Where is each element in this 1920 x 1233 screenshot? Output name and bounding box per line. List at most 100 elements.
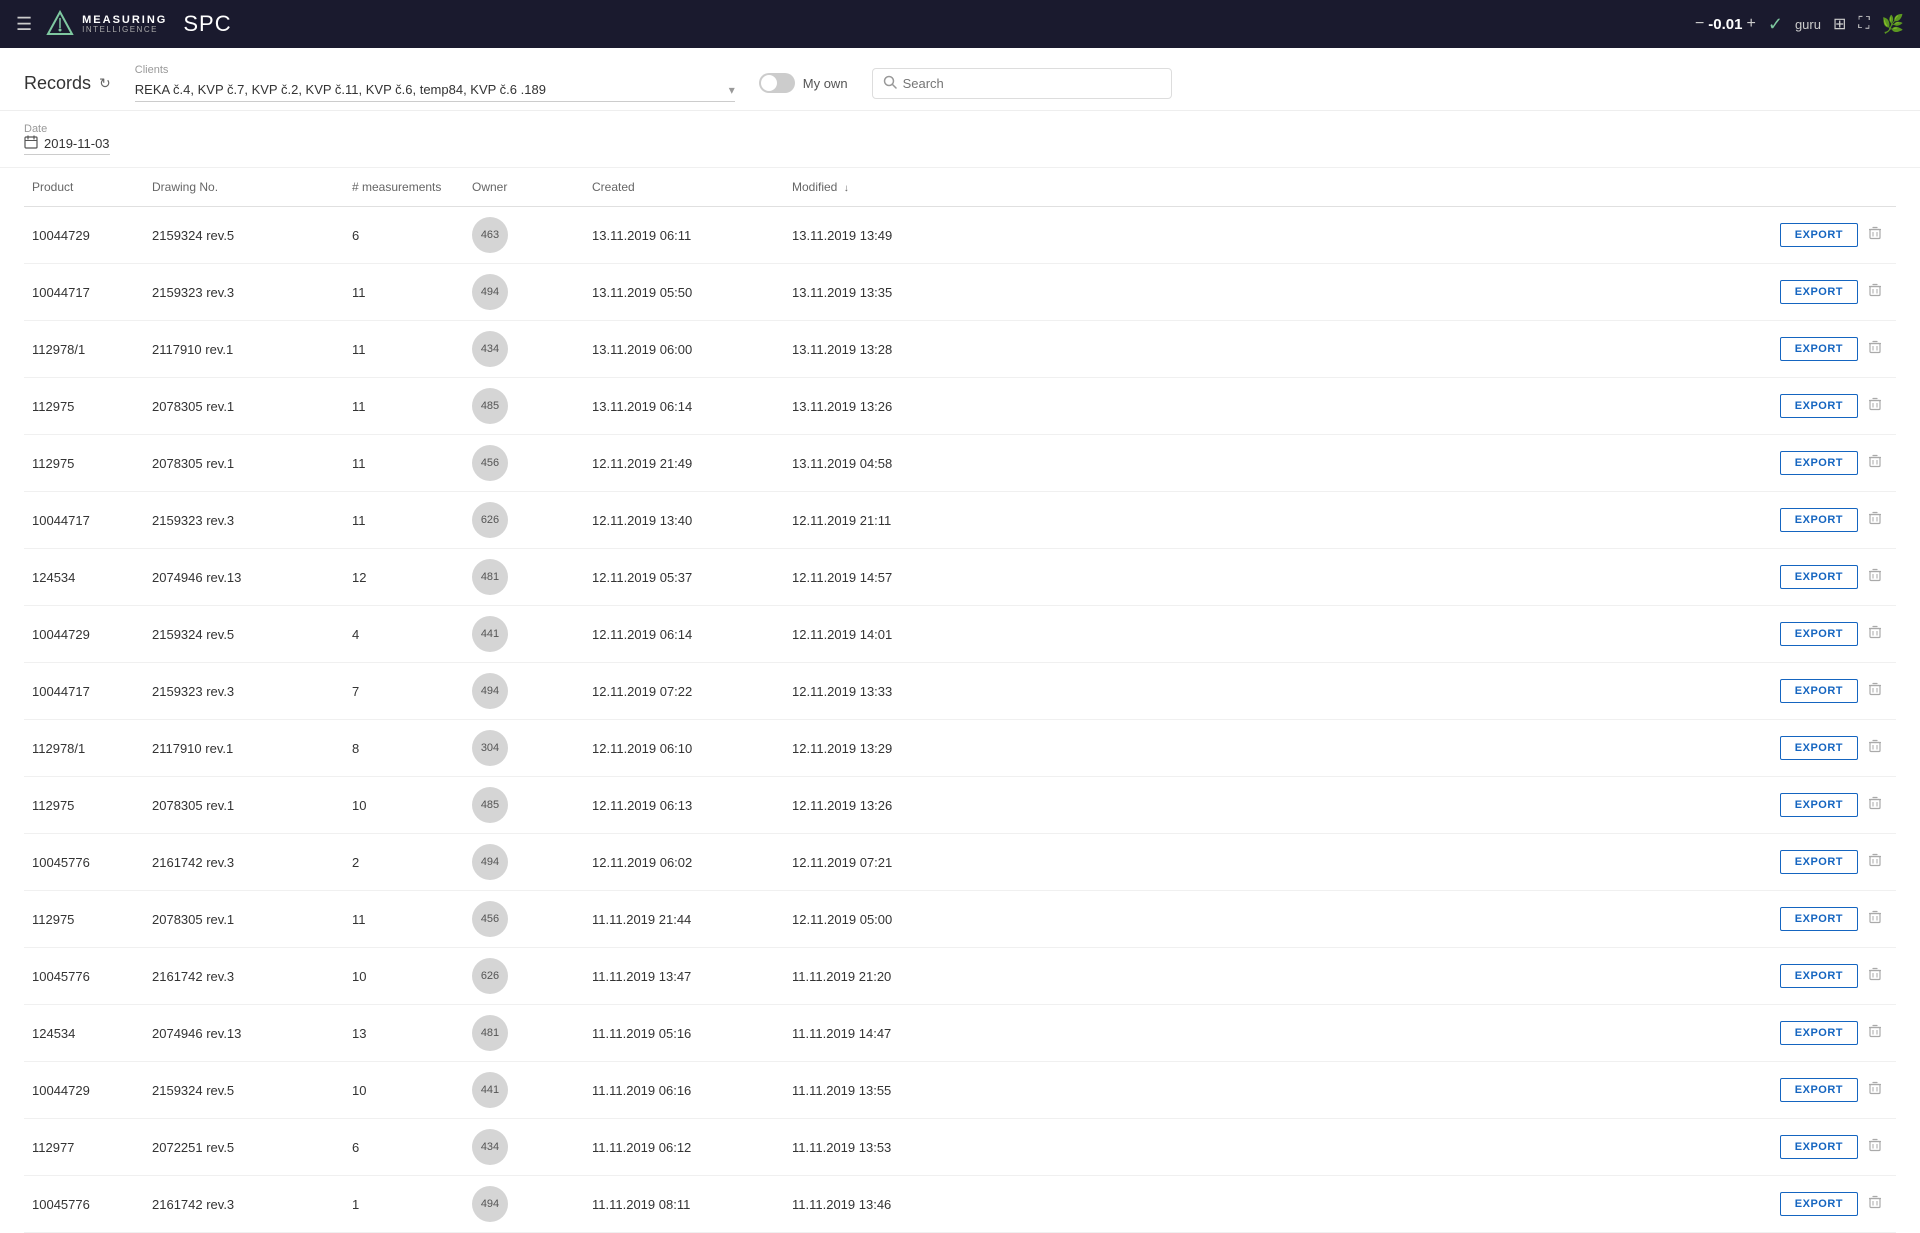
- login-icon[interactable]: ⊞: [1833, 14, 1846, 34]
- cell-product: 10044729: [24, 1062, 144, 1119]
- export-button[interactable]: EXPORT: [1780, 679, 1858, 703]
- delete-button[interactable]: [1862, 450, 1888, 477]
- col-header-modified[interactable]: Modified ↓: [784, 168, 984, 207]
- cell-actions: EXPORT: [984, 663, 1896, 720]
- check-icon[interactable]: ✓: [1768, 14, 1783, 35]
- delete-button[interactable]: [1862, 849, 1888, 876]
- export-button[interactable]: EXPORT: [1780, 1021, 1858, 1045]
- filter-bar: Records ↻ Clients REKA č.4, KVP č.7, KVP…: [0, 48, 1920, 111]
- date-input[interactable]: 2019-11-03: [24, 135, 110, 155]
- delete-button[interactable]: [1862, 222, 1888, 249]
- export-button[interactable]: EXPORT: [1780, 622, 1858, 646]
- export-button[interactable]: EXPORT: [1780, 280, 1858, 304]
- export-button[interactable]: EXPORT: [1780, 736, 1858, 760]
- delete-button[interactable]: [1862, 393, 1888, 420]
- export-button[interactable]: EXPORT: [1780, 508, 1858, 532]
- logo-text: MEASURING INTELLIGENCE: [82, 14, 167, 35]
- export-button[interactable]: EXPORT: [1780, 451, 1858, 475]
- owner-badge: 456: [472, 901, 508, 937]
- trash-icon: [1868, 1138, 1882, 1152]
- trash-icon: [1868, 967, 1882, 981]
- cell-created: 11.11.2019 13:47: [584, 948, 784, 1005]
- app-name: SPC: [183, 11, 231, 37]
- delete-button[interactable]: [1862, 735, 1888, 762]
- cell-measurements: 4: [344, 606, 464, 663]
- fullscreen-icon[interactable]: ⛶: [1858, 15, 1869, 33]
- col-header-created: Created: [584, 168, 784, 207]
- cell-product: 124534: [24, 549, 144, 606]
- date-label: Date: [24, 123, 110, 135]
- delete-button[interactable]: [1862, 564, 1888, 591]
- trash-icon: [1868, 226, 1882, 240]
- delete-button[interactable]: [1862, 507, 1888, 534]
- search-input[interactable]: [903, 76, 1161, 91]
- owner-badge: 626: [472, 958, 508, 994]
- cell-actions: EXPORT: [984, 207, 1896, 264]
- score-value: -0.01: [1708, 16, 1742, 33]
- delete-button[interactable]: [1862, 963, 1888, 990]
- cell-measurements: 11: [344, 321, 464, 378]
- toggle-knob: [761, 75, 777, 91]
- cell-measurements: 13: [344, 1005, 464, 1062]
- table-row: 112975 2078305 rev.1 11 456 11.11.2019 2…: [24, 891, 1896, 948]
- cell-owner: 494: [464, 264, 584, 321]
- cell-drawing: 2078305 rev.1: [144, 891, 344, 948]
- menu-icon[interactable]: ☰: [16, 14, 32, 35]
- delete-button[interactable]: [1862, 336, 1888, 363]
- table-row: 10044717 2159323 rev.3 11 626 12.11.2019…: [24, 492, 1896, 549]
- delete-button[interactable]: [1862, 1191, 1888, 1218]
- export-button[interactable]: EXPORT: [1780, 1078, 1858, 1102]
- score-minus[interactable]: −: [1695, 15, 1704, 33]
- cell-modified: 13.11.2019 04:58: [784, 435, 984, 492]
- trash-icon: [1868, 340, 1882, 354]
- col-header-drawing: Drawing No.: [144, 168, 344, 207]
- score-plus[interactable]: +: [1747, 15, 1756, 33]
- cell-actions: EXPORT: [984, 1005, 1896, 1062]
- refresh-icon[interactable]: ↻: [99, 75, 111, 92]
- delete-button[interactable]: [1862, 279, 1888, 306]
- cell-measurements: 11: [344, 264, 464, 321]
- owner-badge: 434: [472, 331, 508, 367]
- cell-product: 112975: [24, 777, 144, 834]
- export-button[interactable]: EXPORT: [1780, 1192, 1858, 1216]
- cell-actions: EXPORT: [984, 720, 1896, 777]
- cell-measurements: 12: [344, 549, 464, 606]
- owner-badge: 494: [472, 274, 508, 310]
- col-header-actions: [984, 168, 1896, 207]
- logo-measuring: MEASURING: [82, 14, 167, 26]
- trash-icon: [1868, 1024, 1882, 1038]
- trash-icon: [1868, 853, 1882, 867]
- export-button[interactable]: EXPORT: [1780, 964, 1858, 988]
- export-button[interactable]: EXPORT: [1780, 565, 1858, 589]
- owner-badge: 463: [472, 217, 508, 253]
- owner-badge: 434: [472, 1129, 508, 1165]
- delete-button[interactable]: [1862, 792, 1888, 819]
- delete-button[interactable]: [1862, 1020, 1888, 1047]
- export-button[interactable]: EXPORT: [1780, 907, 1858, 931]
- my-own-toggle[interactable]: [759, 73, 795, 93]
- page-title: Records: [24, 73, 91, 94]
- delete-button[interactable]: [1862, 678, 1888, 705]
- export-button[interactable]: EXPORT: [1780, 850, 1858, 874]
- delete-button[interactable]: [1862, 1134, 1888, 1161]
- cell-modified: 12.11.2019 13:26: [784, 777, 984, 834]
- cell-created: 13.11.2019 05:50: [584, 264, 784, 321]
- table-row: 10044729 2159324 rev.5 10 441 11.11.2019…: [24, 1062, 1896, 1119]
- sort-down-icon: ↓: [844, 183, 849, 194]
- export-button[interactable]: EXPORT: [1780, 337, 1858, 361]
- export-button[interactable]: EXPORT: [1780, 223, 1858, 247]
- clients-dropdown[interactable]: REKA č.4, KVP č.7, KVP č.2, KVP č.11, KV…: [135, 78, 735, 102]
- delete-button[interactable]: [1862, 906, 1888, 933]
- delete-button[interactable]: [1862, 621, 1888, 648]
- cell-product: 10044729: [24, 606, 144, 663]
- export-button[interactable]: EXPORT: [1780, 1135, 1858, 1159]
- cell-product: 10045776: [24, 948, 144, 1005]
- cell-modified: 12.11.2019 13:29: [784, 720, 984, 777]
- delete-button[interactable]: [1862, 1077, 1888, 1104]
- cell-drawing: 2159324 rev.5: [144, 606, 344, 663]
- table-row: 10044717 2159323 rev.3 7 494 12.11.2019 …: [24, 663, 1896, 720]
- owner-badge: 441: [472, 616, 508, 652]
- export-button[interactable]: EXPORT: [1780, 394, 1858, 418]
- export-button[interactable]: EXPORT: [1780, 793, 1858, 817]
- cell-drawing: 2074946 rev.13: [144, 1005, 344, 1062]
